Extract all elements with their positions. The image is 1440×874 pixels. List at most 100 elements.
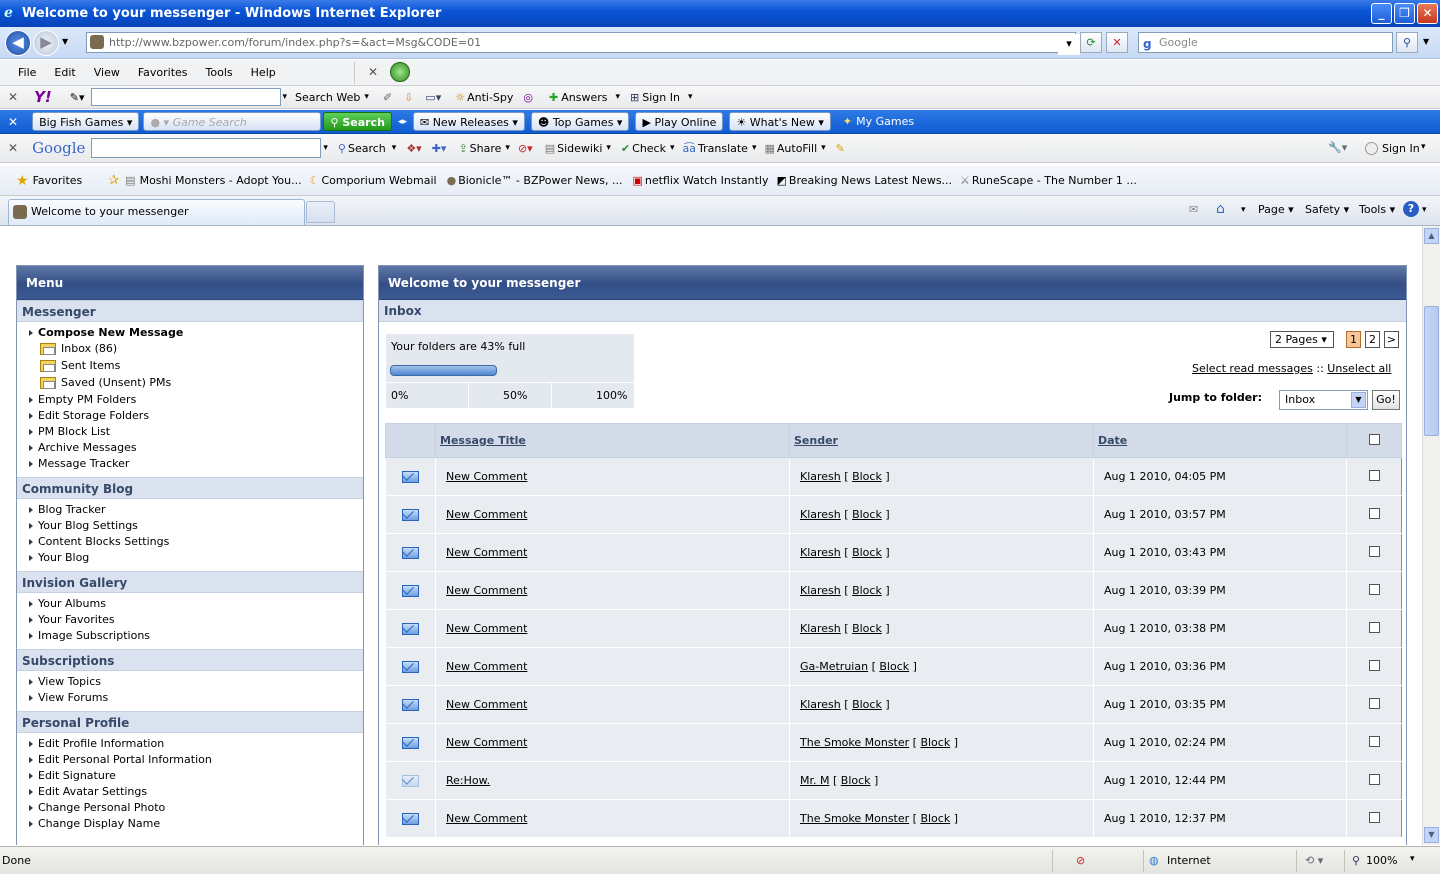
menu-favorites[interactable]: Favorites <box>138 66 188 79</box>
close-toolbar-icon[interactable]: ✕ <box>8 115 18 129</box>
answers-button[interactable]: Answers <box>561 91 607 104</box>
stop-icon[interactable]: ✕ <box>1106 32 1128 53</box>
anti-spy-button[interactable]: Anti-Spy <box>467 91 513 104</box>
close-button[interactable]: ✕ <box>1417 3 1438 24</box>
address-dropdown[interactable]: ▾ <box>1058 34 1080 55</box>
block-sender-link[interactable]: Block <box>852 698 882 711</box>
menu-view[interactable]: View <box>94 66 120 79</box>
jump-folder-select[interactable]: Inbox ▼ <box>1279 390 1368 410</box>
page-scrollbar[interactable]: ▲ ▼ <box>1422 226 1440 845</box>
sidebar-item-edit-avatar[interactable]: Edit Avatar Settings <box>17 784 363 800</box>
feeds-icon[interactable]: ✉ <box>1189 203 1198 216</box>
bookmark-icon[interactable]: ❖▾ <box>406 142 421 155</box>
play-online-button[interactable]: ▶ Play Online <box>635 112 724 131</box>
message-checkbox[interactable] <box>1368 545 1380 557</box>
message-checkbox[interactable] <box>1368 621 1380 633</box>
favorite-link-5[interactable]: Breaking News Latest News... <box>789 174 952 187</box>
page-2-link[interactable]: 2 <box>1365 331 1380 348</box>
address-bar[interactable]: http://www.bzpower.com/forum/index.php?s… <box>86 32 1076 53</box>
block-sender-link[interactable]: Block <box>852 584 882 597</box>
sidebar-item-block-list[interactable]: PM Block List <box>17 424 363 440</box>
go-button[interactable]: Go! <box>1372 390 1400 410</box>
message-title-link[interactable]: New Comment <box>446 470 527 483</box>
close-toolbar-icon[interactable]: ✕ <box>8 141 18 155</box>
google-search-button[interactable]: Search <box>348 142 386 155</box>
download-icon[interactable]: ⇩ <box>404 91 413 104</box>
sidebar-item-empty-folders[interactable]: Empty PM Folders <box>17 392 363 408</box>
answers-dropdown[interactable]: ▾ <box>615 92 620 102</box>
sidebar-item-image-subscriptions[interactable]: Image Subscriptions <box>17 628 363 644</box>
column-date[interactable]: Date <box>1093 423 1347 458</box>
close-toolbar-icon[interactable]: ✕ <box>368 65 378 79</box>
sign-in-dropdown[interactable]: ▾ <box>688 92 693 102</box>
sidebar-item-edit-profile[interactable]: Edit Profile Information <box>17 736 363 752</box>
message-title-link[interactable]: New Comment <box>446 736 527 749</box>
scroll-down-icon[interactable]: ▼ <box>1424 827 1439 843</box>
favorite-link-2[interactable]: Comporium Webmail <box>321 174 436 187</box>
message-title-link[interactable]: New Comment <box>446 812 527 825</box>
sidebar-item-edit-signature[interactable]: Edit Signature <box>17 768 363 784</box>
favorite-link-1[interactable]: Moshi Monsters - Adopt You... <box>140 174 302 187</box>
my-games-button[interactable]: My Games <box>856 115 914 128</box>
forward-button[interactable]: ▶ <box>33 30 59 56</box>
sidebar-item-archive[interactable]: Archive Messages <box>17 440 363 456</box>
sidebar-item-compose[interactable]: Compose New Message <box>17 325 363 341</box>
sidebar-item-tracker[interactable]: Message Tracker <box>17 456 363 472</box>
share-dropdown[interactable]: ▾ <box>505 143 510 153</box>
back-button[interactable]: ◀ <box>5 30 31 56</box>
block-sender-link[interactable]: Block <box>852 508 882 521</box>
column-sender[interactable]: Sender <box>789 423 1094 458</box>
sender-link[interactable]: The Smoke Monster <box>800 736 909 749</box>
search-options-dropdown[interactable]: ▼ <box>1423 37 1429 46</box>
unselect-all-link[interactable]: Unselect all <box>1327 362 1391 375</box>
block-sender-link[interactable]: Block <box>841 774 871 787</box>
message-title-link[interactable]: New Comment <box>446 660 527 673</box>
favorite-link-3[interactable]: Bionicle™ - BZPower News, ... <box>458 174 622 187</box>
scroll-thumb[interactable] <box>1424 306 1439 436</box>
block-sender-link[interactable]: Block <box>879 660 909 673</box>
yahoo-logo-icon[interactable]: Y! <box>34 88 52 106</box>
message-checkbox[interactable] <box>1368 811 1380 823</box>
translate-dropdown[interactable]: ▾ <box>752 143 757 153</box>
sidebar-item-favorites[interactable]: Your Favorites <box>17 612 363 628</box>
headphones-icon[interactable]: ◎ <box>523 91 533 104</box>
pages-dropdown[interactable]: 2 Pages ▾ <box>1270 331 1334 348</box>
google-sign-in-button[interactable]: Sign In <box>1382 142 1420 155</box>
share-button[interactable]: Share <box>470 142 502 155</box>
home-icon[interactable]: ⌂ <box>1216 201 1225 217</box>
zoom-level[interactable]: 100% <box>1366 854 1397 867</box>
sender-link[interactable]: Klaresh <box>800 508 841 521</box>
favorites-button[interactable]: Favorites <box>33 174 83 187</box>
whats-new-menu[interactable]: ☀ What's New ▾ <box>729 112 831 131</box>
favorite-link-6[interactable]: RuneScape - The Number 1 ... <box>972 174 1137 187</box>
block-sender-link[interactable]: Block <box>920 812 950 825</box>
block-sender-link[interactable]: Block <box>920 736 950 749</box>
top-games-menu[interactable]: ☻ Top Games ▾ <box>530 112 630 131</box>
page-1-current[interactable]: 1 <box>1346 331 1361 348</box>
popup-blocker-icon[interactable]: ⊘▾ <box>518 142 533 155</box>
help-icon[interactable]: ? <box>1403 201 1419 217</box>
window-icon[interactable]: ▭▾ <box>425 91 441 104</box>
sidebar-item-content-blocks[interactable]: Content Blocks Settings <box>17 534 363 550</box>
sidebar-item-your-blog[interactable]: Your Blog <box>17 550 363 566</box>
sidebar-item-view-topics[interactable]: View Topics <box>17 674 363 690</box>
google-search-dropdown[interactable]: ▾ <box>323 143 328 153</box>
plus-icon[interactable]: ✚▾ <box>432 142 447 155</box>
highlighter-icon[interactable]: ✎ <box>836 142 845 155</box>
check-dropdown[interactable]: ▾ <box>670 143 675 153</box>
addon-globe-icon[interactable] <box>390 62 410 82</box>
sidebar-item-edit-portal[interactable]: Edit Personal Portal Information <box>17 752 363 768</box>
new-tab-button[interactable] <box>306 201 335 223</box>
search-web-button[interactable]: Search Web <box>295 91 360 104</box>
message-title-link[interactable]: New Comment <box>446 546 527 559</box>
tools-menu[interactable]: Tools ▾ <box>1359 203 1395 216</box>
sidebar-item-saved[interactable]: Saved (Unsent) PMs <box>17 375 363 392</box>
sender-link[interactable]: Klaresh <box>800 546 841 559</box>
message-title-link[interactable]: New Comment <box>446 508 527 521</box>
message-title-link[interactable]: New Comment <box>446 622 527 635</box>
sender-link[interactable]: Klaresh <box>800 470 841 483</box>
sender-link[interactable]: Mr. M <box>800 774 830 787</box>
search-go-icon[interactable]: ⚲ <box>1396 32 1418 53</box>
message-checkbox[interactable] <box>1368 659 1380 671</box>
sender-link[interactable]: Ga-Metruian <box>800 660 868 673</box>
